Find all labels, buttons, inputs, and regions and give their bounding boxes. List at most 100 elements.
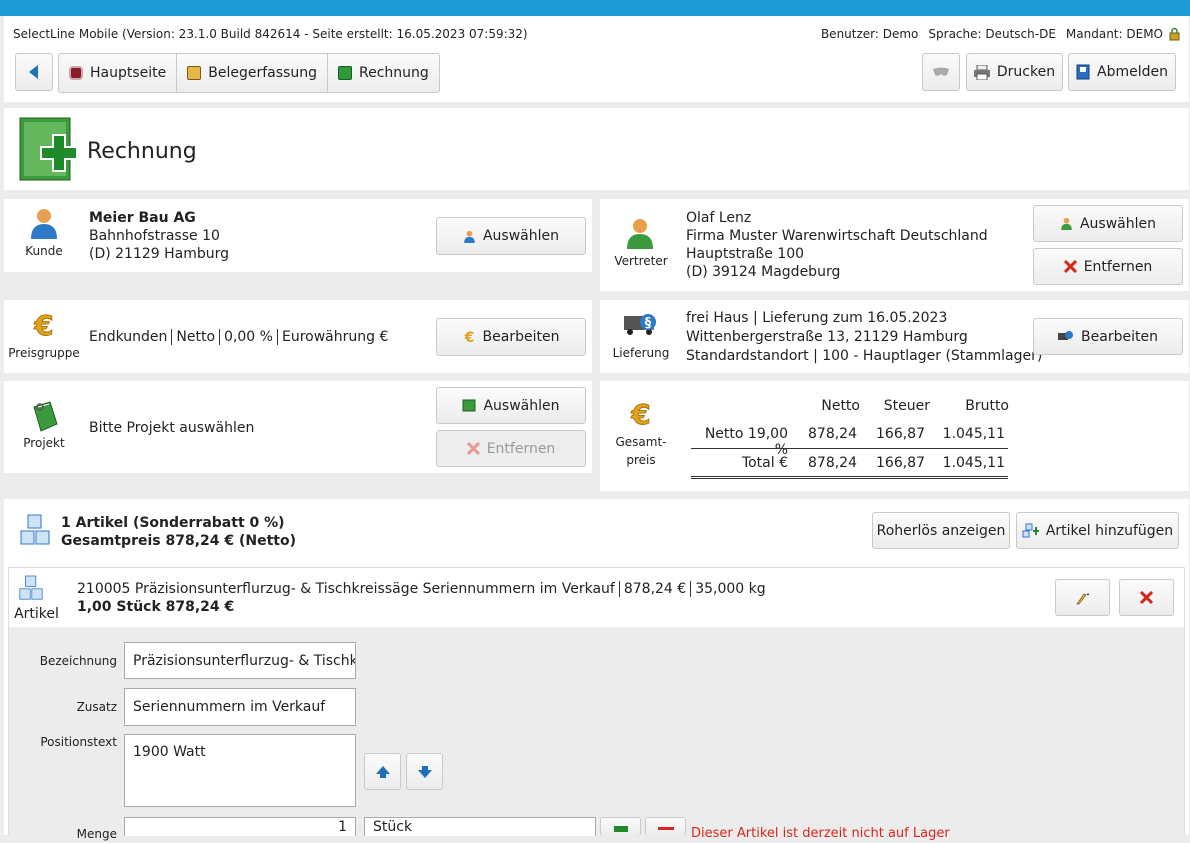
- pricegroup-details: Endkunden Netto 0,00 % Eurowährung €: [89, 329, 389, 345]
- article-edit-button[interactable]: [1055, 579, 1110, 616]
- mask-icon: [933, 67, 949, 76]
- totals-head-net: Netto: [821, 398, 860, 414]
- totals-total-label: Total €: [741, 455, 788, 471]
- delivery-edit-button[interactable]: Bearbeiten: [1033, 318, 1183, 355]
- show-margin-button[interactable]: Roherlös anzeigen: [872, 512, 1010, 549]
- postext-label: Positionstext: [40, 735, 117, 749]
- rep-select-button[interactable]: Auswählen: [1033, 205, 1183, 242]
- desc-label: Bezeichnung: [39, 654, 117, 668]
- postext-textarea[interactable]: 1900 Watt: [124, 734, 356, 807]
- home-icon: [69, 66, 83, 80]
- printer-icon: [973, 64, 990, 80]
- totals-row1-label: Netto 19,00 %: [704, 426, 788, 458]
- plus-icon: [613, 826, 628, 832]
- article-item: Artikel 210005 Präzisionsunterflurzug- &…: [8, 567, 1185, 841]
- customer-select-button[interactable]: Auswählen: [436, 217, 586, 255]
- nav-belegerfassung[interactable]: Belegerfassung: [177, 54, 328, 92]
- rep-street: Hauptstraße 100: [686, 246, 805, 262]
- arrow-down-icon: [417, 765, 432, 778]
- customer-name: Meier Bau AG: [89, 210, 196, 226]
- arrow-left-icon: [29, 65, 38, 79]
- euro-small-icon: €: [463, 330, 474, 344]
- svg-text:§: §: [645, 316, 652, 331]
- title-panel: Rechnung: [4, 108, 1189, 190]
- language-info: Sprache: Deutsch-DE: [928, 27, 1056, 41]
- top-accent-bar: [0, 0, 1190, 16]
- document-add-icon: [187, 66, 202, 80]
- logout-icon: [1076, 64, 1090, 80]
- article-edit-form: Bezeichnung Präzisionsunterflurzug- & Ti…: [9, 627, 1184, 841]
- qty-plus-button[interactable]: [600, 817, 641, 836]
- totals-double-line: [691, 476, 1008, 479]
- article-delete-button[interactable]: [1119, 579, 1174, 616]
- back-button[interactable]: [15, 53, 53, 91]
- move-up-button[interactable]: [364, 753, 401, 790]
- add-boxes-icon: [1022, 523, 1039, 537]
- totals-row1-net: 878,24: [808, 426, 857, 442]
- client-info: Mandant: DEMO: [1065, 27, 1163, 41]
- extra-label: Zusatz: [76, 700, 117, 714]
- article-line2: 1,00 Stück 878,24 €: [77, 599, 235, 615]
- extra-input[interactable]: Seriennummern im Verkauf: [124, 688, 356, 726]
- customer-panel: Kunde Meier Bau AG Bahnhofstrasse 10 (D)…: [4, 199, 592, 272]
- invoice-icon: [337, 66, 352, 80]
- logout-button[interactable]: Abmelden: [1068, 53, 1176, 91]
- qty-input[interactable]: 1: [124, 817, 356, 836]
- session-info: Benutzer: Demo Sprache: Deutsch-DE Manda…: [821, 27, 1163, 41]
- truck-icon: §: [624, 314, 656, 335]
- project-book-icon: [33, 401, 58, 432]
- customer-caption: Kunde: [25, 244, 63, 258]
- totals-row1-tax: 166,87: [876, 426, 925, 442]
- totals-row1-gross: 1.045,11: [942, 426, 1005, 442]
- svg-text:€: €: [33, 310, 53, 340]
- pricegroup-panel: € Preisgruppe Endkunden Netto 0,00 % Eurowä…: [4, 300, 592, 373]
- rep-caption: Vertreter: [614, 254, 668, 268]
- article-line1: 210005 Präzisionsunterflurzug- & Tischkr…: [77, 581, 766, 597]
- project-placeholder: Bitte Projekt auswählen: [89, 420, 255, 436]
- nav-rechnung[interactable]: Rechnung: [328, 54, 439, 92]
- pricegroup-edit-button[interactable]: € Bearbeiten: [436, 318, 586, 356]
- totals-caption-1: Gesamt-: [615, 435, 667, 449]
- customer-street: Bahnhofstrasse 10: [89, 228, 220, 244]
- articles-summary-total: Gesamtpreis 878,24 € (Netto): [61, 533, 296, 549]
- move-down-button[interactable]: [406, 753, 443, 790]
- project-remove-button[interactable]: Entfernen: [436, 430, 586, 467]
- truck-small-icon: [1058, 331, 1074, 340]
- totals-table: Netto Steuer Brutto Netto 19,00 % 878,24…: [690, 381, 1110, 491]
- unit-select[interactable]: Stück: [364, 817, 596, 836]
- article-caption: Artikel: [14, 606, 59, 622]
- delivery-line1: frei Haus | Lieferung zum 16.05.2023: [686, 310, 948, 326]
- pencil-icon: [1075, 592, 1089, 604]
- svg-text:€: €: [630, 399, 650, 429]
- articles-summary-count: 1 Artikel (Sonderrabatt 0 %): [61, 515, 285, 531]
- close-red-icon: [466, 442, 480, 455]
- qty-minus-button[interactable]: [645, 817, 686, 836]
- app-header: SelectLine Mobile (Version: 23.1.0 Build…: [4, 16, 1189, 102]
- project-select-button[interactable]: Auswählen: [436, 387, 586, 424]
- totals-divider: [691, 448, 1008, 449]
- lock-icon: [1169, 27, 1180, 41]
- print-button[interactable]: Drucken: [966, 53, 1063, 91]
- boxes-icon: [20, 514, 50, 545]
- delivery-line2: Wittenbergerstraße 13, 21129 Hamburg: [686, 329, 968, 345]
- version-info: SelectLine Mobile (Version: 23.1.0 Build…: [13, 27, 528, 41]
- person-icon: [464, 230, 475, 243]
- add-article-button[interactable]: Artikel hinzufügen: [1016, 512, 1179, 549]
- page-title: Rechnung: [87, 139, 197, 164]
- rep-remove-button[interactable]: Entfernen: [1033, 248, 1183, 285]
- project-caption: Projekt: [23, 436, 65, 450]
- desc-input[interactable]: Präzisionsunterflurzug- & Tischkreissäge: [124, 642, 356, 679]
- mask-button[interactable]: [922, 53, 960, 91]
- person-icon: [1061, 217, 1072, 230]
- stock-warning: Dieser Artikel ist derzeit nicht auf Lag…: [691, 826, 950, 841]
- person-green-icon: [627, 219, 653, 249]
- rep-panel: Vertreter Olaf Lenz Firma Muster Warenwi…: [600, 199, 1189, 291]
- book-icon: [462, 399, 476, 412]
- totals-total-net: 878,24: [808, 455, 857, 471]
- euro-icon: €: [630, 399, 651, 429]
- arrow-up-icon: [375, 765, 390, 778]
- rep-company: Firma Muster Warenwirtschaft Deutschland: [686, 228, 988, 244]
- boxes-icon: [19, 575, 43, 600]
- breadcrumb-nav: Hauptseite Belegerfassung Rechnung: [58, 53, 440, 93]
- nav-home[interactable]: Hauptseite: [59, 54, 178, 92]
